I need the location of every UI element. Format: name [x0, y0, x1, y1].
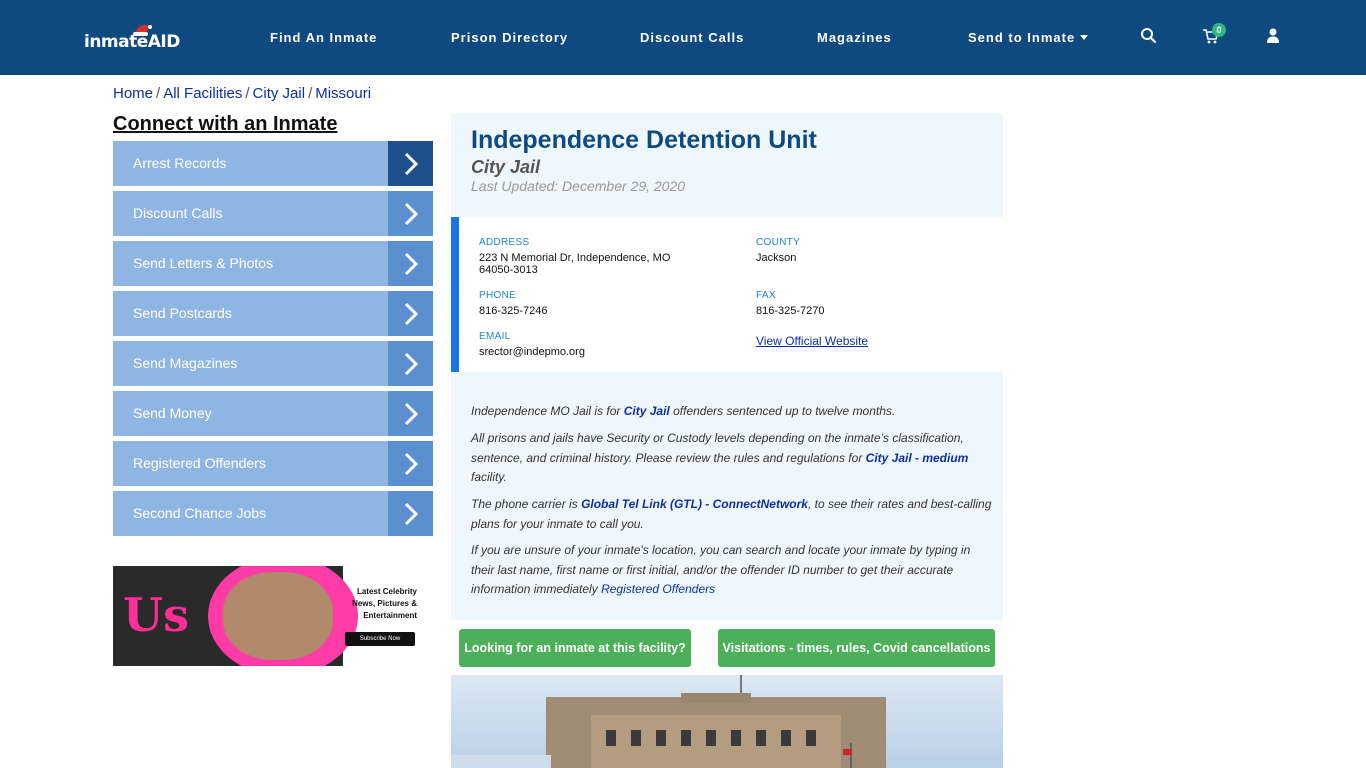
- santa-hat-icon: [133, 25, 152, 36]
- description-paragraph-4: If you are unsure of your inmate's locat…: [471, 541, 996, 600]
- facility-name: Independence Detention Unit: [471, 126, 817, 154]
- ad-tagline: Latest Celebrity News, Pictures & Entert…: [352, 587, 417, 620]
- ad-subscribe-button[interactable]: Subscribe Now: [345, 632, 415, 646]
- breadcrumb: Home / All Facilities / City Jail / Missouri: [113, 85, 371, 102]
- sidebar-arrow: [388, 441, 433, 486]
- description-paragraph-1: Independence MO Jail is for City Jail of…: [471, 402, 996, 422]
- city-jail-medium-link[interactable]: City Jail - medium: [866, 451, 969, 465]
- description-paragraph-3: The phone carrier is Global Tel Link (GT…: [471, 495, 996, 534]
- sidebar-item-label: Discount Calls: [133, 205, 223, 221]
- nav-discount-calls[interactable]: Discount Calls: [640, 30, 744, 45]
- city-jail-link[interactable]: City Jail: [624, 404, 670, 418]
- chevron-right-icon: [404, 402, 419, 426]
- text: If you are unsure of your inmate's locat…: [471, 543, 971, 596]
- sidebar-item-label: Send Money: [133, 405, 212, 421]
- breadcrumb-all-facilities[interactable]: All Facilities: [163, 85, 242, 102]
- sidebar-arrow: [388, 291, 433, 336]
- breadcrumb-separator: /: [245, 85, 250, 102]
- breadcrumb-separator: /: [156, 85, 161, 102]
- fax-label: FAX: [756, 290, 776, 301]
- text: offenders sentenced up to twelve months.: [669, 404, 896, 418]
- email-label: EMAIL: [479, 331, 511, 342]
- nav-find-an-inmate[interactable]: Find An Inmate: [270, 30, 377, 45]
- sidebar-item-label: Send Letters & Photos: [133, 255, 274, 271]
- description-paragraph-2: All prisons and jails have Security or C…: [471, 429, 996, 488]
- ad-celebrity-photo: [223, 572, 333, 660]
- county-value: Jackson: [756, 252, 797, 264]
- sidebar-item-send-postcards[interactable]: Send Postcards: [113, 291, 433, 336]
- nav-magazines[interactable]: Magazines: [817, 30, 892, 45]
- nav-send-to-inmate[interactable]: Send to Inmate: [968, 30, 1089, 45]
- chevron-right-icon: [404, 502, 419, 526]
- chevron-right-icon: [404, 252, 419, 276]
- sidebar-item-label: Send Postcards: [133, 305, 232, 321]
- facility-type: City Jail: [471, 157, 541, 177]
- sidebar-item-arrest-records[interactable]: Arrest Records: [113, 141, 433, 186]
- find-inmate-at-facility-button[interactable]: Looking for an inmate at this facility?: [459, 629, 691, 667]
- breadcrumb-separator: /: [308, 85, 313, 102]
- sidebar-item-second-chance-jobs[interactable]: Second Chance Jobs: [113, 491, 433, 536]
- sidebar-item-label: Registered Offenders: [133, 455, 266, 471]
- chevron-right-icon: [404, 202, 419, 226]
- county-label: COUNTY: [756, 237, 801, 248]
- registered-offenders-link[interactable]: Registered Offenders: [601, 582, 715, 596]
- visitations-button[interactable]: Visitations - times, rules, Covid cancel…: [718, 629, 995, 667]
- inmateaid-logo[interactable]: inmateAID: [84, 22, 180, 56]
- chevron-right-icon: [404, 352, 419, 376]
- last-updated: Last Updated: December 29, 2020: [471, 178, 686, 194]
- official-website-link[interactable]: View Official Website: [756, 334, 868, 348]
- sidebar-item-discount-calls[interactable]: Discount Calls: [113, 191, 433, 236]
- sidebar-item-label: Second Chance Jobs: [133, 505, 267, 521]
- text: facility.: [471, 470, 507, 484]
- chevron-right-icon: [404, 302, 419, 326]
- nav-prison-directory[interactable]: Prison Directory: [451, 30, 568, 45]
- sidebar-item-send-money[interactable]: Send Money: [113, 391, 433, 436]
- breadcrumb-home[interactable]: Home: [113, 85, 153, 102]
- sidebar-item-send-letters-photos[interactable]: Send Letters & Photos: [113, 241, 433, 286]
- chevron-right-icon: [404, 452, 419, 476]
- breadcrumb-city-jail[interactable]: City Jail: [253, 85, 306, 102]
- user-icon[interactable]: [1264, 27, 1282, 45]
- sidebar-arrow: [388, 241, 433, 286]
- sidebar-item-label: Arrest Records: [133, 155, 227, 171]
- sidebar-arrow: [388, 341, 433, 386]
- sidebar-item-send-magazines[interactable]: Send Magazines: [113, 341, 433, 386]
- cart-count-badge: 0: [1212, 23, 1226, 37]
- nav-send-to-inmate-label: Send to Inmate: [968, 30, 1076, 45]
- search-icon[interactable]: [1140, 27, 1158, 45]
- us-magazine-logo: Us: [123, 588, 190, 642]
- sidebar-item-label: Send Magazines: [133, 355, 238, 371]
- phone-label: PHONE: [479, 290, 517, 301]
- email-value: srector@indepmo.org: [479, 346, 585, 358]
- sidebar-title: Connect with an Inmate: [113, 113, 338, 135]
- phone-value: 816-325-7246: [479, 305, 548, 317]
- sidebar-arrow: [388, 191, 433, 236]
- building-illustration: [451, 675, 886, 768]
- us-weekly-ad-banner[interactable]: Us Latest Celebrity News, Pictures & Ent…: [113, 566, 433, 666]
- fax-value: 816-325-7270: [756, 305, 825, 317]
- chevron-right-icon: [404, 152, 419, 176]
- address-value: 223 N Memorial Dr, Independence, MO 6405…: [479, 252, 671, 276]
- facility-photo: [451, 675, 1003, 768]
- text: The phone carrier is: [471, 497, 582, 511]
- breadcrumb-missouri[interactable]: Missouri: [315, 85, 371, 102]
- text: Independence MO Jail is for: [471, 404, 624, 418]
- chevron-down-icon: [1080, 35, 1089, 40]
- gtl-connectnetwork-link[interactable]: Global Tel Link (GTL) - ConnectNetwork: [581, 497, 808, 511]
- sidebar-arrow: [388, 391, 433, 436]
- address-label: ADDRESS: [479, 237, 530, 248]
- top-navigation-bar: inmateAID Find An Inmate Prison Director…: [0, 0, 1366, 75]
- sidebar-item-registered-offenders[interactable]: Registered Offenders: [113, 441, 433, 486]
- sidebar-arrow: [388, 491, 433, 536]
- sidebar-arrow: [388, 141, 433, 186]
